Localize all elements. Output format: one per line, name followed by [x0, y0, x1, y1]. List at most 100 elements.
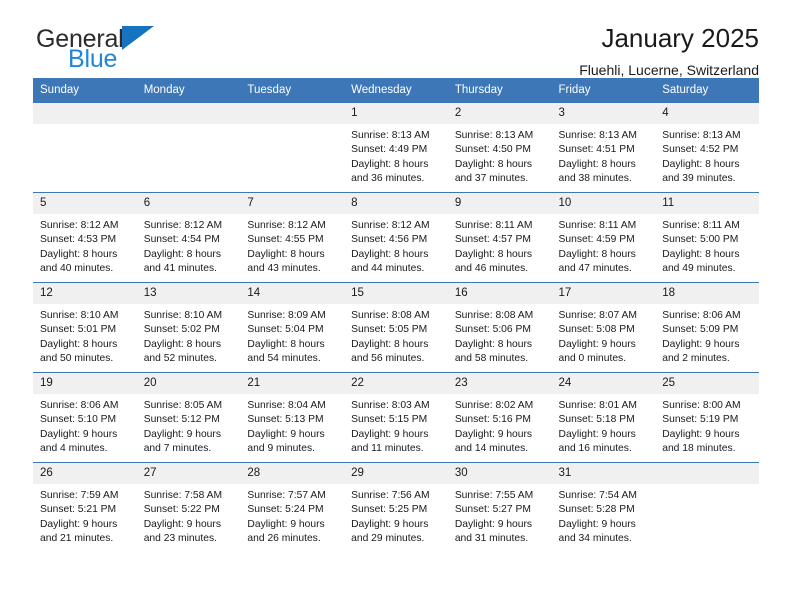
weekday-header-monday: Monday — [136, 78, 241, 103]
weekday-header-friday: Friday — [551, 78, 656, 103]
day-details: Sunrise: 7:59 AM Sunset: 5:21 PM Daylight:… — [33, 484, 137, 546]
sunset-text: Sunset: 5:05 PM — [351, 324, 428, 336]
sunset-text: Sunset: 5:16 PM — [454, 414, 531, 426]
calendar-page: General Blue January 2025 Fluehli, Lucer… — [0, 0, 792, 612]
sunrise-text: Sunrise: 8:09 AM — [247, 310, 326, 321]
sunset-text: Sunset: 4:56 PM — [351, 234, 428, 246]
calendar-week-row: 5 Sunrise: 8:12 AM Sunset: 4:53 PM Daylight… — [33, 192, 759, 283]
calendar-day-cell[interactable]: 26 Sunrise: 7:59 AM Sunset: 5:21 PM Dayligh… — [33, 462, 137, 553]
daylight-text: Daylight: 8 hours — [351, 248, 429, 260]
sunrise-text: Sunrise: 7:58 AM — [143, 490, 223, 501]
day-details: Sunrise: 8:12 AM Sunset: 4:53 PM Daylight:… — [33, 214, 137, 276]
daylight-text: Daylight: 9 hours — [143, 518, 221, 530]
day-number: 14 — [240, 283, 345, 304]
sunrise-text: Sunrise: 8:13 AM — [558, 130, 637, 141]
sunset-text: Sunset: 5:21 PM — [40, 504, 117, 516]
sunrise-text: Sunrise: 8:06 AM — [662, 310, 741, 321]
calendar-day-cell[interactable]: 29 Sunrise: 7:56 AM Sunset: 5:25 PM Dayligh… — [344, 462, 448, 553]
calendar-day-cell[interactable]: 14 Sunrise: 8:09 AM Sunset: 5:04 PM Dayligh… — [240, 282, 345, 373]
calendar-day-cell[interactable]: 30 Sunrise: 7:55 AM Sunset: 5:27 PM Dayligh… — [447, 462, 552, 553]
calendar-day-cell[interactable]: 25 Sunrise: 8:00 AM Sunset: 5:19 PM Dayligh… — [655, 372, 759, 463]
day-details: Sunrise: 8:00 AM Sunset: 5:19 PM Daylight:… — [655, 394, 759, 456]
day-number: 15 — [344, 283, 448, 304]
daylight-text: and 11 minutes. — [351, 442, 424, 454]
calendar-day-cell[interactable]: 22 Sunrise: 8:03 AM Sunset: 5:15 PM Dayligh… — [344, 372, 448, 463]
sunrise-text: Sunrise: 8:07 AM — [558, 310, 637, 321]
calendar-day-cell[interactable]: 15 Sunrise: 8:08 AM Sunset: 5:05 PM Dayligh… — [344, 282, 448, 373]
page-header: General Blue January 2025 Fluehli, Lucer… — [33, 0, 759, 78]
sunset-text: Sunset: 4:57 PM — [454, 234, 531, 246]
day-details: Sunrise: 8:11 AM Sunset: 5:00 PM Daylight:… — [655, 214, 759, 276]
day-details: Sunrise: 8:13 AM Sunset: 4:50 PM Daylight:… — [448, 124, 552, 186]
calendar-day-cell[interactable]: 2 Sunrise: 8:13 AM Sunset: 4:50 PM Daylight… — [447, 102, 552, 193]
daylight-text: Daylight: 9 hours — [40, 518, 118, 530]
calendar-day-cell[interactable]: 27 Sunrise: 7:58 AM Sunset: 5:22 PM Dayligh… — [136, 462, 241, 553]
calendar-day-cell[interactable]: 4 Sunrise: 8:13 AM Sunset: 4:52 PM Daylight… — [655, 102, 759, 193]
calendar-head: Sunday Monday Tuesday Wednesday Thursday… — [33, 78, 759, 103]
day-number: 17 — [551, 283, 656, 304]
daylight-text: Daylight: 8 hours — [454, 248, 533, 260]
calendar-day-cell[interactable]: 19 Sunrise: 8:06 AM Sunset: 5:10 PM Dayligh… — [33, 372, 137, 463]
daylight-text: Daylight: 8 hours — [143, 338, 221, 350]
calendar-day-cell[interactable]: 8 Sunrise: 8:12 AM Sunset: 4:56 PM Daylight… — [344, 192, 448, 283]
calendar-day-cell[interactable]: 20 Sunrise: 8:05 AM Sunset: 5:12 PM Dayligh… — [136, 372, 241, 463]
daylight-text: Daylight: 9 hours — [351, 428, 429, 440]
day-details: Sunrise: 8:08 AM Sunset: 5:05 PM Daylight:… — [344, 304, 448, 366]
day-details: Sunrise: 7:56 AM Sunset: 5:25 PM Daylight:… — [344, 484, 448, 546]
calendar-day-cell[interactable]: 21 Sunrise: 8:04 AM Sunset: 5:13 PM Dayligh… — [240, 372, 345, 463]
sunrise-text: Sunrise: 8:03 AM — [351, 400, 430, 411]
sunrise-text: Sunrise: 8:11 AM — [558, 220, 637, 231]
calendar-day-cell[interactable]: 1 Sunrise: 8:13 AM Sunset: 4:49 PM Daylight… — [344, 102, 448, 193]
day-details: Sunrise: 8:01 AM Sunset: 5:18 PM Daylight:… — [552, 394, 656, 456]
daylight-text: and 39 minutes. — [662, 172, 736, 184]
day-details: Sunrise: 8:04 AM Sunset: 5:13 PM Daylight:… — [240, 394, 344, 456]
daylight-text: and 21 minutes. — [40, 532, 114, 544]
daylight-text: Daylight: 8 hours — [40, 248, 118, 260]
day-number: 24 — [551, 373, 656, 394]
calendar-day-cell[interactable]: 18 Sunrise: 8:06 AM Sunset: 5:09 PM Dayligh… — [655, 282, 759, 373]
calendar-day-cell[interactable]: 10 Sunrise: 8:11 AM Sunset: 4:59 PM Dayligh… — [551, 192, 656, 283]
sunset-text: Sunset: 4:59 PM — [558, 234, 635, 246]
calendar-day-cell[interactable]: 11 Sunrise: 8:11 AM Sunset: 5:00 PM Dayligh… — [655, 192, 759, 283]
sunset-text: Sunset: 5:24 PM — [247, 504, 324, 516]
day-number: 29 — [344, 463, 448, 484]
calendar-day-cell[interactable]: 6 Sunrise: 8:12 AM Sunset: 4:54 PM Daylight… — [136, 192, 241, 283]
weekday-header-sunday: Sunday — [33, 78, 137, 103]
daylight-text: and 29 minutes. — [351, 532, 425, 544]
day-number: 31 — [551, 463, 656, 484]
calendar-week-row: 12 Sunrise: 8:10 AM Sunset: 5:01 PM Dayligh… — [33, 282, 759, 373]
calendar-day-cell[interactable]: 16 Sunrise: 8:08 AM Sunset: 5:06 PM Dayligh… — [447, 282, 552, 373]
calendar-day-cell[interactable]: 5 Sunrise: 8:12 AM Sunset: 4:53 PM Daylight… — [33, 192, 137, 283]
day-number — [136, 103, 241, 124]
calendar-day-cell[interactable]: 23 Sunrise: 8:02 AM Sunset: 5:16 PM Dayligh… — [447, 372, 552, 463]
daylight-text: Daylight: 8 hours — [454, 158, 533, 170]
daylight-text: and 58 minutes. — [454, 352, 529, 364]
page-title: January 2025 — [601, 23, 759, 53]
sunset-text: Sunset: 5:25 PM — [351, 504, 428, 516]
daylight-text: Daylight: 8 hours — [351, 158, 429, 170]
day-details: Sunrise: 8:02 AM Sunset: 5:16 PM Daylight:… — [448, 394, 552, 456]
daylight-text: and 50 minutes. — [40, 352, 114, 364]
daylight-text: and 18 minutes. — [662, 442, 736, 454]
weekday-header-saturday: Saturday — [655, 78, 759, 103]
calendar-day-cell[interactable]: 17 Sunrise: 8:07 AM Sunset: 5:08 PM Dayligh… — [551, 282, 656, 373]
daylight-text: and 36 minutes. — [351, 172, 425, 184]
calendar-day-cell[interactable]: 28 Sunrise: 7:57 AM Sunset: 5:24 PM Dayligh… — [240, 462, 345, 553]
sunset-text: Sunset: 4:55 PM — [247, 234, 324, 246]
calendar-day-cell[interactable]: 24 Sunrise: 8:01 AM Sunset: 5:18 PM Dayligh… — [551, 372, 656, 463]
general-blue-logo[interactable]: General Blue — [36, 26, 154, 72]
calendar-day-cell[interactable]: 12 Sunrise: 8:10 AM Sunset: 5:01 PM Dayligh… — [33, 282, 137, 373]
calendar-day-cell[interactable]: 31 Sunrise: 7:54 AM Sunset: 5:28 PM Dayligh… — [551, 462, 656, 553]
calendar-day-cell[interactable]: 7 Sunrise: 8:12 AM Sunset: 4:55 PM Daylight… — [240, 192, 345, 283]
daylight-text: Daylight: 8 hours — [247, 248, 325, 260]
day-number: 16 — [447, 283, 552, 304]
daylight-text: and 0 minutes. — [558, 352, 627, 364]
calendar-day-cell-empty — [136, 102, 241, 193]
sunset-text: Sunset: 5:00 PM — [662, 234, 739, 246]
day-details: Sunrise: 8:10 AM Sunset: 5:02 PM Daylight:… — [137, 304, 241, 366]
calendar-day-cell[interactable]: 3 Sunrise: 8:13 AM Sunset: 4:51 PM Daylight… — [551, 102, 656, 193]
daylight-text: and 47 minutes. — [558, 262, 632, 274]
calendar-day-cell[interactable]: 9 Sunrise: 8:11 AM Sunset: 4:57 PM Daylight… — [447, 192, 552, 283]
daylight-text: and 23 minutes. — [143, 532, 217, 544]
calendar-day-cell[interactable]: 13 Sunrise: 8:10 AM Sunset: 5:02 PM Dayligh… — [136, 282, 241, 373]
